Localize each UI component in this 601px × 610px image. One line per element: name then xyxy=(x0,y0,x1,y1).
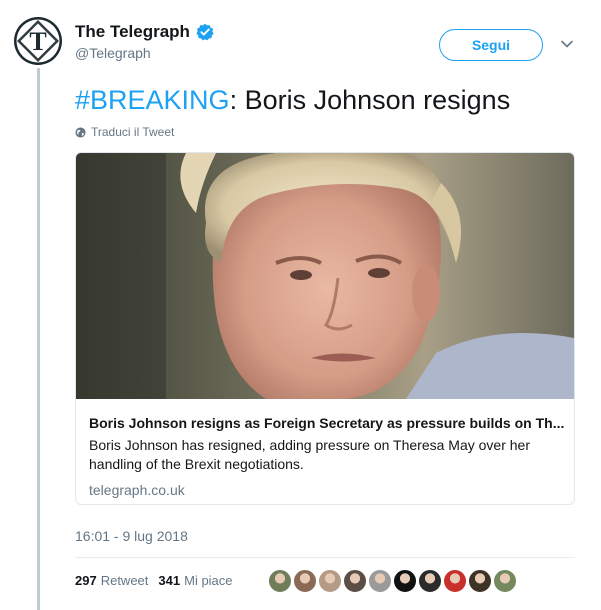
card-title[interactable]: Boris Johnson resigns as Foreign Secreta… xyxy=(89,414,565,432)
avatar-letter: T xyxy=(29,27,46,56)
card-description: Boris Johnson has resigned, adding press… xyxy=(89,437,530,472)
liker-avatar[interactable] xyxy=(443,569,467,593)
portrait-photo xyxy=(76,153,574,399)
liker-avatar[interactable] xyxy=(368,569,392,593)
likers-avatars xyxy=(268,569,518,593)
telegraph-logo-icon: T xyxy=(14,17,62,65)
tweet-timestamp[interactable]: 16:01 - 9 lug 2018 xyxy=(75,528,188,544)
author-handle[interactable]: @Telegraph xyxy=(75,45,214,61)
thread-line xyxy=(37,68,40,610)
liker-avatar[interactable] xyxy=(343,569,367,593)
tweet-body: : Boris Johnson resigns xyxy=(229,85,511,115)
retweet-count[interactable]: 297 xyxy=(75,573,97,588)
translate-tweet-link[interactable]: Traduci il Tweet xyxy=(75,125,174,139)
liker-avatar[interactable] xyxy=(418,569,442,593)
link-card[interactable]: Boris Johnson resigns as Foreign Secreta… xyxy=(75,152,575,505)
liker-avatar[interactable] xyxy=(493,569,517,593)
author-name[interactable]: The Telegraph xyxy=(75,22,190,42)
like-count[interactable]: 341 xyxy=(158,573,180,588)
divider xyxy=(75,557,575,558)
like-label[interactable]: Mi piace xyxy=(184,573,232,588)
globe-icon xyxy=(75,126,86,138)
liker-avatar[interactable] xyxy=(468,569,492,593)
follow-button[interactable]: Segui xyxy=(439,29,543,61)
translate-label: Traduci il Tweet xyxy=(91,125,175,139)
verified-badge-icon xyxy=(196,23,214,41)
chevron-down-icon[interactable] xyxy=(560,37,574,51)
author-block: The Telegraph @Telegraph xyxy=(75,22,214,61)
hashtag-link[interactable]: #BREAKING xyxy=(75,85,230,115)
liker-avatar[interactable] xyxy=(293,569,317,593)
engagement-stats: 297 Retweet 341 Mi piace xyxy=(75,573,243,588)
retweet-label[interactable]: Retweet xyxy=(101,573,149,588)
liker-avatar[interactable] xyxy=(268,569,292,593)
card-image[interactable] xyxy=(76,153,574,399)
liker-avatar[interactable] xyxy=(318,569,342,593)
avatar[interactable]: T xyxy=(14,17,62,65)
liker-avatar[interactable] xyxy=(393,569,417,593)
card-body: Boris Johnson resigns as Foreign Secreta… xyxy=(89,414,565,498)
card-domain[interactable]: telegraph.co.uk xyxy=(89,482,565,498)
tweet-text: #BREAKING: Boris Johnson resigns xyxy=(75,85,510,116)
